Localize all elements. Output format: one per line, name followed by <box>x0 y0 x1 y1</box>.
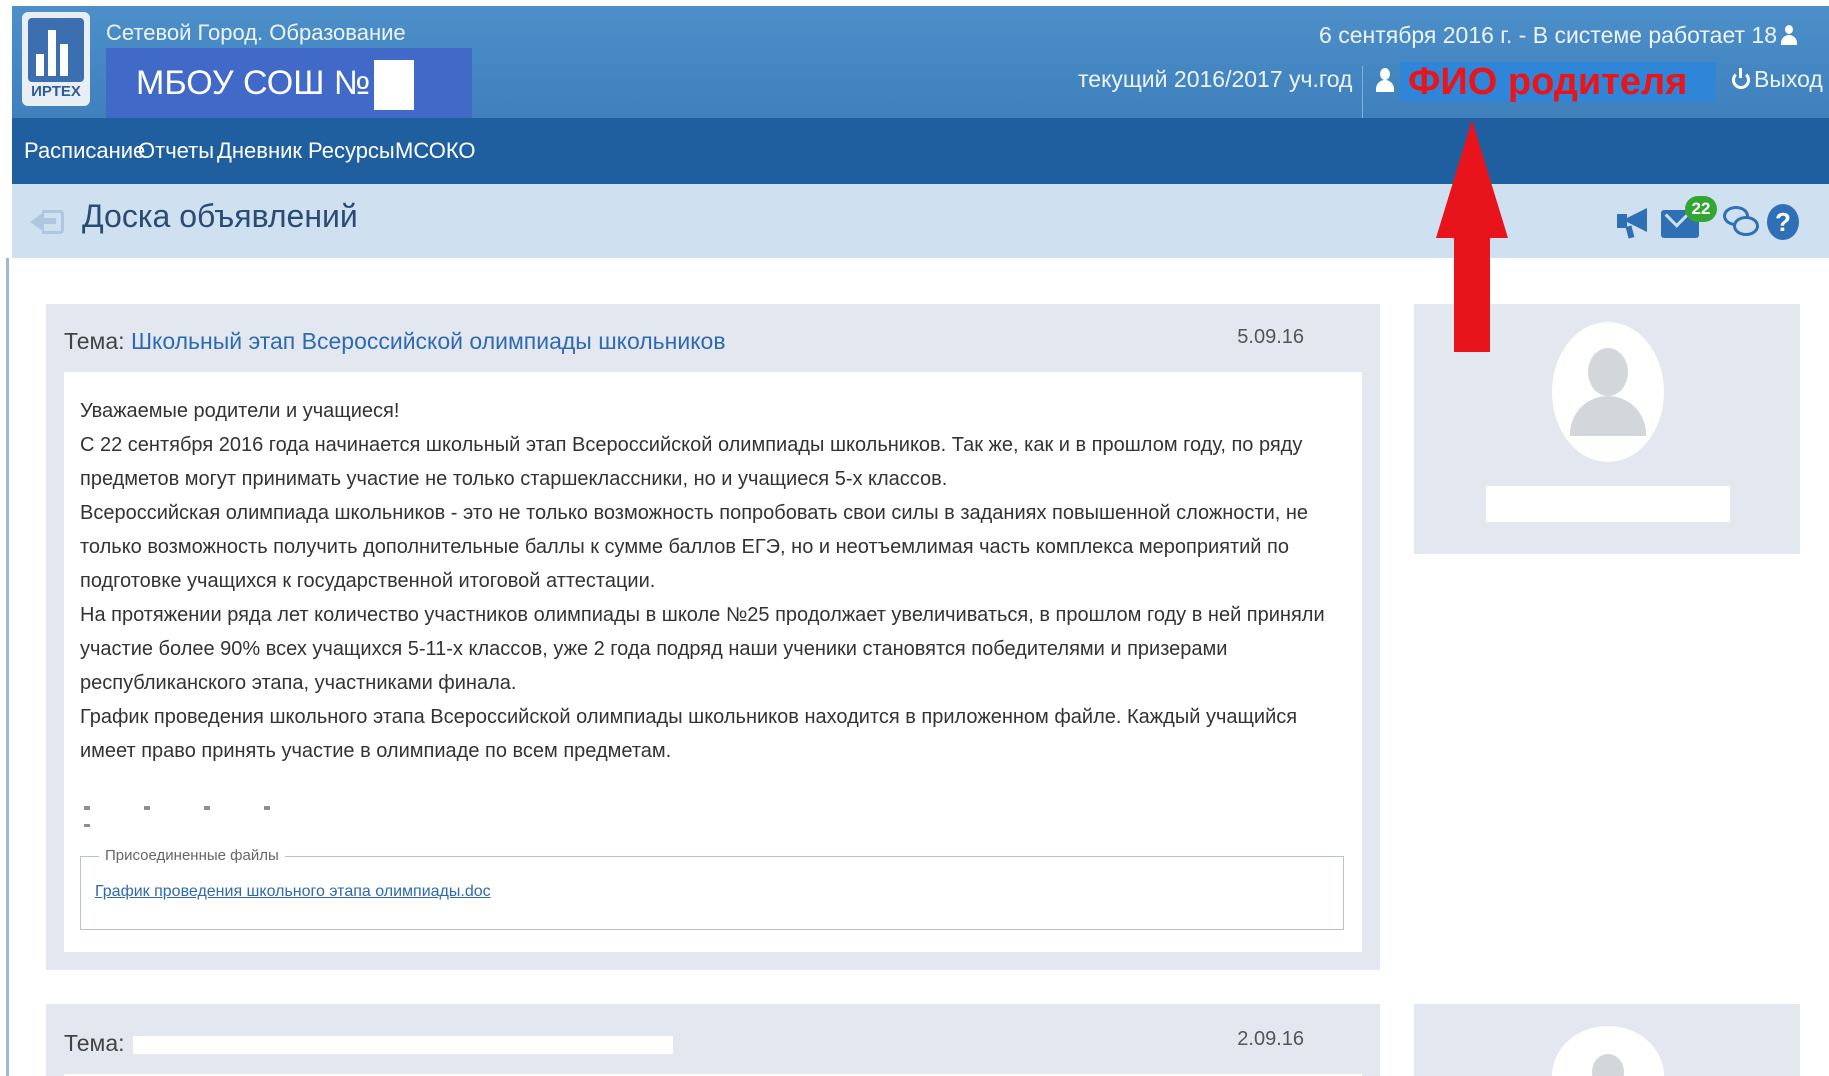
mail-count-badge[interactable]: 22 <box>1685 196 1717 222</box>
nav-item-msoko[interactable]: МСОКО <box>395 138 476 164</box>
nav-item-resources[interactable]: Ресурсы <box>308 138 395 164</box>
logout-label: Выход <box>1754 66 1823 92</box>
page-left-border <box>6 258 9 1076</box>
header-divider <box>1362 66 1363 118</box>
post-topic: Тема: <box>64 1030 673 1057</box>
megaphone-icon[interactable] <box>1617 206 1655 239</box>
message-paragraph: На протяжении ряда лет количество участн… <box>80 604 1325 694</box>
faded-signature <box>84 806 324 810</box>
user-name[interactable]: ФИО родителя <box>1400 62 1716 102</box>
message-paragraph: Уважаемые родители и учащиеся! <box>80 400 400 422</box>
logo-text: ИРТЕХ <box>31 83 81 100</box>
chat-icon[interactable] <box>1723 206 1759 238</box>
page-title: Доска объявлений <box>82 198 358 234</box>
post-date: 5.09.16 <box>1237 326 1304 348</box>
announcement-card: Тема: Школьный этап Всероссийской олимпи… <box>46 304 1380 970</box>
school-name-text: МБОУ СОШ № <box>136 64 371 102</box>
school-year[interactable]: текущий 2016/2017 уч.год <box>1078 66 1352 93</box>
annotation-arrow <box>1436 120 1508 352</box>
date-status: 6 сентября 2016 г. - В системе работает … <box>1319 22 1797 49</box>
nav-item-diary[interactable]: Дневник <box>217 138 302 164</box>
nav-item-reports[interactable]: Отчеты <box>138 138 214 164</box>
online-users-icon[interactable] <box>1781 25 1797 45</box>
page-title-bar: Доска объявлений 22 ? <box>12 184 1829 258</box>
school-name: МБОУ СОШ № <box>106 48 472 118</box>
post-date: 2.09.16 <box>1237 1028 1304 1050</box>
announcement-card: Тема: 2.09.16 <box>46 1004 1380 1076</box>
irtech-logo[interactable]: ИРТЕХ <box>22 12 90 106</box>
topic-label: Тема: <box>64 1030 125 1056</box>
user-icon <box>1376 68 1394 94</box>
author-panel <box>1414 1004 1800 1076</box>
redacted-school-number <box>374 60 415 111</box>
app-header: ИРТЕХ Сетевой Город. Образование МБОУ СО… <box>12 6 1829 118</box>
post-topic: Тема: Школьный этап Всероссийской олимпи… <box>64 328 726 355</box>
redacted-author-name <box>1486 486 1730 522</box>
avatar[interactable] <box>1552 1026 1664 1076</box>
app-title: Сетевой Город. Образование <box>106 20 406 45</box>
attached-files-box: Присоединенные файлы График проведения ш… <box>80 847 1344 930</box>
attached-file-link[interactable]: График проведения школьного этапа олимпи… <box>95 883 491 901</box>
message-paragraph: Всероссийская олимпиада школьников - это… <box>80 502 1309 592</box>
main-nav: Расписание Отчеты Дневник Ресурсы МСОКО <box>12 118 1829 184</box>
faded-mark <box>84 824 90 827</box>
back-icon[interactable] <box>30 204 66 238</box>
avatar[interactable] <box>1552 322 1664 462</box>
help-icon[interactable]: ? <box>1767 204 1799 240</box>
message-paragraph: С 22 сентября 2016 года начинается школь… <box>80 434 1303 490</box>
message-paragraph: График проведения школьного этапа Всерос… <box>80 706 1298 762</box>
date-status-text: 6 сентября 2016 г. - В системе работает … <box>1319 22 1777 48</box>
topic-title-link[interactable]: Школьный этап Всероссийской олимпиады шк… <box>131 328 726 354</box>
topic-label: Тема: <box>64 328 125 354</box>
post-message: Уважаемые родители и учащиеся! С 22 сент… <box>80 394 1340 768</box>
toolbar-icons: 22 ? <box>1617 196 1817 242</box>
logout-button[interactable]: Выход <box>1732 66 1823 93</box>
attached-files-legend: Присоединенные файлы <box>99 847 285 864</box>
power-icon <box>1732 68 1750 89</box>
post-body: Уважаемые родители и учащиеся! С 22 сент… <box>64 372 1362 952</box>
nav-item-schedule[interactable]: Расписание <box>24 138 145 164</box>
redacted-topic-title[interactable] <box>132 1035 673 1054</box>
